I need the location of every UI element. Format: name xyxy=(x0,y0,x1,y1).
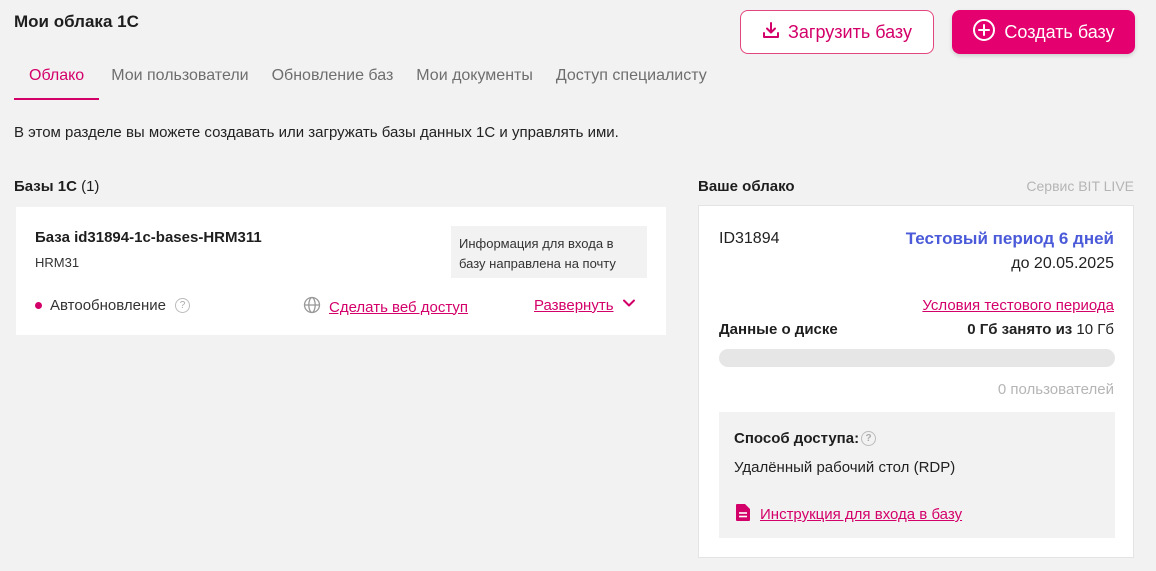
tab-my-users[interactable]: Мои пользователи xyxy=(100,62,259,100)
trial-period: Тестовый период 6 дней xyxy=(905,229,1114,248)
tab-cloud[interactable]: Облако xyxy=(14,62,100,100)
help-icon[interactable]: ? xyxy=(174,298,190,313)
chevron-down-icon xyxy=(622,296,636,314)
users-count: 0 пользователей xyxy=(997,381,1114,398)
expand-link[interactable]: Развернуть xyxy=(534,296,636,314)
tab-base-updates[interactable]: Обновление баз xyxy=(261,62,405,100)
disk-progress-bar xyxy=(719,349,1115,367)
access-method-label: Способ доступа: xyxy=(734,430,860,447)
instruction-label: Инструкция для входа в базу xyxy=(760,506,963,523)
help-icon[interactable]: ? xyxy=(861,431,877,446)
disk-total: 10 Гб xyxy=(1076,321,1114,338)
create-base-button[interactable]: Создать базу xyxy=(952,10,1135,54)
upload-base-label: Загрузить базу xyxy=(788,21,912,42)
cloud-id: ID31894 xyxy=(719,230,780,247)
instruction-link[interactable]: Инструкция для входа в базу xyxy=(736,504,962,525)
trial-terms-link[interactable]: Условия тестового периода xyxy=(922,297,1114,314)
base-card: База id31894-1c-bases-HRM311 HRM31 Инфор… xyxy=(16,207,666,335)
expand-label: Развернуть xyxy=(534,296,614,314)
base-config: HRM31 xyxy=(35,255,80,270)
download-icon xyxy=(762,21,780,44)
access-method-value: Удалённый рабочий стол (RDP) xyxy=(734,459,956,476)
globe-icon xyxy=(303,296,321,318)
access-method-box: Способ доступа: ? Удалённый рабочий стол… xyxy=(719,412,1115,538)
bases-section-title: Базы 1С (1) xyxy=(14,178,99,195)
trial-end-date: до 20.05.2025 xyxy=(1011,255,1114,272)
login-info-note: Информация для входа в базу направлена н… xyxy=(451,226,647,278)
plus-circle-icon xyxy=(972,18,996,47)
disk-label: Данные о диске xyxy=(719,321,838,338)
bases-title: Базы 1С xyxy=(14,178,77,195)
document-icon xyxy=(736,504,750,525)
cloud-card: ID31894 Тестовый период 6 дней до 20.05.… xyxy=(698,205,1134,558)
tab-specialist-access[interactable]: Доступ специалисту xyxy=(545,62,718,100)
base-name: База id31894-1c-bases-HRM311 xyxy=(35,229,262,246)
upload-base-button[interactable]: Загрузить базу xyxy=(740,10,934,54)
disk-used: 0 Гб занято из xyxy=(967,321,1073,338)
web-access-link[interactable]: Сделать веб доступ xyxy=(303,296,468,318)
bases-count: (1) xyxy=(81,178,100,195)
autoupdate-status: Автообновление ? xyxy=(35,297,190,314)
cloud-section-title: Ваше облако xyxy=(698,178,795,195)
autoupdate-label: Автообновление xyxy=(50,297,166,314)
tab-bar: Облако Мои пользователи Обновление баз М… xyxy=(14,62,719,100)
access-method-label-row: Способ доступа: ? xyxy=(734,430,877,447)
disk-usage: 0 Гб занято из 10 Гб xyxy=(967,321,1114,338)
create-base-label: Создать базу xyxy=(1004,21,1115,42)
service-name: Сервис BIT LIVE xyxy=(1026,178,1134,194)
status-dot-icon xyxy=(35,302,42,309)
tab-my-documents[interactable]: Мои документы xyxy=(405,62,544,100)
intro-text: В этом разделе вы можете создавать или з… xyxy=(14,124,619,141)
page-title: Мои облака 1С xyxy=(14,12,139,31)
web-access-label: Сделать веб доступ xyxy=(329,298,469,316)
